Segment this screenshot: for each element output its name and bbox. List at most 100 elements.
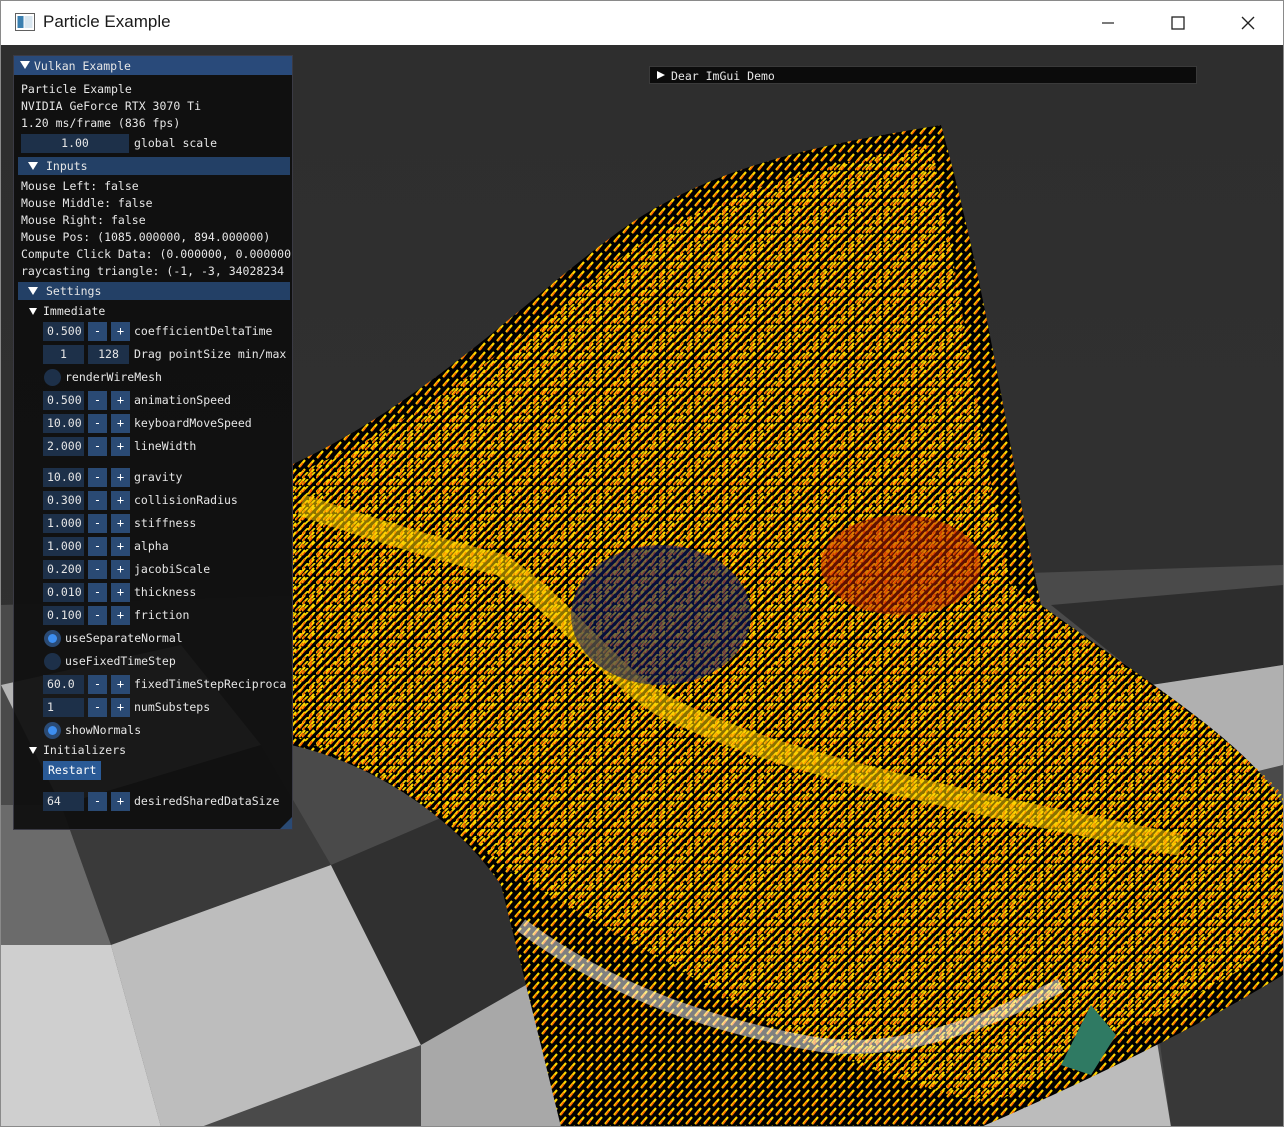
stiffness-minus[interactable]: - [88, 514, 107, 533]
fixed-time-step-reciprocal-minus[interactable]: - [88, 675, 107, 694]
keyboard-move-speed-minus[interactable]: - [88, 414, 107, 433]
input-mouse-left: Mouse Left: false [21, 179, 139, 193]
alpha-input[interactable]: 1.000 [43, 537, 84, 556]
jacobi-scale-minus[interactable]: - [88, 560, 107, 579]
friction-label: friction [134, 608, 190, 622]
keyboard-move-speed-input[interactable]: 10.00( [43, 414, 84, 433]
thickness-input[interactable]: 0.010 [43, 583, 84, 602]
panel-title-bar[interactable]: Vulkan Example [14, 56, 292, 75]
point-size-label: Drag pointSize min/max [134, 347, 287, 361]
alpha-label: alpha [134, 539, 169, 553]
app-icon [15, 13, 35, 31]
alpha-plus[interactable]: + [111, 537, 130, 556]
jacobi-scale-input[interactable]: 0.200 [43, 560, 84, 579]
line-width-input[interactable]: 2.000 [43, 437, 84, 456]
num-substeps-label: numSubsteps [134, 700, 211, 714]
collision-radius-plus[interactable]: + [111, 491, 130, 510]
point-size-max-input[interactable]: 128 [88, 345, 129, 364]
coefficient-delta-time-input[interactable]: 0.500 [43, 322, 84, 341]
animation-speed-input[interactable]: 0.500 [43, 391, 84, 410]
animation-speed-minus[interactable]: - [88, 391, 107, 410]
desired-shared-data-size-label: desiredSharedDataSize [134, 794, 280, 808]
gravity-input[interactable]: 10.00( [43, 468, 84, 487]
immediate-label: Immediate [43, 304, 106, 318]
coefficient-delta-time-plus[interactable]: + [111, 322, 130, 341]
use-separate-normal-checkbox[interactable] [44, 630, 61, 647]
desired-shared-data-size-input[interactable]: 64 [43, 792, 84, 811]
render-wire-mesh-label: renderWireMesh [65, 370, 162, 384]
gravity-label: gravity [134, 470, 183, 484]
line-width-minus[interactable]: - [88, 437, 107, 456]
render-viewport[interactable]: Vulkan Example Particle Example NVIDIA G… [1, 45, 1283, 1126]
thickness-minus[interactable]: - [88, 583, 107, 602]
imgui-demo-window[interactable]: Dear ImGui Demo [649, 66, 1197, 84]
input-mouse-pos: Mouse Pos: (1085.000000, 894.000000) [21, 230, 271, 244]
global-scale-input[interactable]: 1.00 [21, 134, 129, 153]
collision-radius-label: collisionRadius [134, 493, 238, 507]
inputs-header[interactable]: Inputs [18, 157, 290, 175]
show-normals-label: showNormals [65, 723, 142, 737]
friction-plus[interactable]: + [111, 606, 130, 625]
inputs-expand-icon [28, 162, 38, 170]
vulkan-example-panel[interactable]: Vulkan Example Particle Example NVIDIA G… [13, 55, 293, 830]
resize-grip-icon[interactable] [280, 817, 292, 829]
num-substeps-plus[interactable]: + [111, 698, 130, 717]
settings-expand-icon [28, 287, 38, 295]
thickness-label: thickness [134, 585, 197, 599]
desired-shared-data-size-minus[interactable]: - [88, 792, 107, 811]
thickness-plus[interactable]: + [111, 583, 130, 602]
initializers-expand-icon [29, 747, 37, 754]
animation-speed-label: animationSpeed [134, 393, 231, 407]
use-fixed-time-step-checkbox[interactable] [44, 653, 61, 670]
coefficient-delta-time-minus[interactable]: - [88, 322, 107, 341]
coefficient-delta-time-label: coefficientDeltaTime [134, 324, 273, 338]
minimize-icon [1102, 22, 1114, 24]
fixed-time-step-reciprocal-plus[interactable]: + [111, 675, 130, 694]
input-mouse-middle: Mouse Middle: false [21, 196, 153, 210]
panel-title: Vulkan Example [34, 59, 131, 73]
collision-radius-input[interactable]: 0.300 [43, 491, 84, 510]
minimize-button[interactable] [1073, 1, 1143, 45]
render-wire-mesh-checkbox[interactable] [44, 369, 61, 386]
frame-time-text: 1.20 ms/frame (836 fps) [21, 116, 181, 130]
jacobi-scale-plus[interactable]: + [111, 560, 130, 579]
close-icon [1241, 16, 1255, 30]
settings-header[interactable]: Settings [18, 282, 290, 300]
restart-button[interactable]: Restart [43, 761, 102, 780]
app-window: Particle Example Vulkan Example Particle… [0, 0, 1284, 1127]
stiffness-plus[interactable]: + [111, 514, 130, 533]
collapse-triangle-icon[interactable] [20, 61, 30, 69]
maximize-icon [1171, 16, 1185, 30]
demo-window-title: Dear ImGui Demo [671, 69, 775, 83]
collision-radius-minus[interactable]: - [88, 491, 107, 510]
friction-minus[interactable]: - [88, 606, 107, 625]
immediate-expand-icon [29, 308, 37, 315]
fixed-time-step-reciprocal-label: fixedTimeStepReciproca [134, 677, 287, 691]
input-mouse-right: Mouse Right: false [21, 213, 146, 227]
line-width-label: lineWidth [134, 439, 197, 453]
stiffness-input[interactable]: 1.000 [43, 514, 84, 533]
gravity-minus[interactable]: - [88, 468, 107, 487]
num-substeps-input[interactable]: 1 [43, 698, 84, 717]
close-button[interactable] [1213, 1, 1283, 45]
expand-triangle-icon[interactable] [657, 71, 665, 79]
maximize-button[interactable] [1143, 1, 1213, 45]
line-width-plus[interactable]: + [111, 437, 130, 456]
input-compute-click: Compute Click Data: (0.000000, 0.000000 [21, 247, 292, 261]
keyboard-move-speed-plus[interactable]: + [111, 414, 130, 433]
initializers-label: Initializers [43, 743, 127, 757]
fixed-time-step-reciprocal-input[interactable]: 60.0 [43, 675, 84, 694]
friction-input[interactable]: 0.100 [43, 606, 84, 625]
show-normals-checkbox[interactable] [44, 722, 61, 739]
title-bar[interactable]: Particle Example [1, 1, 1283, 45]
window-title: Particle Example [43, 12, 171, 31]
keyboard-move-speed-label: keyboardMoveSpeed [134, 416, 252, 430]
gravity-plus[interactable]: + [111, 468, 130, 487]
num-substeps-minus[interactable]: - [88, 698, 107, 717]
animation-speed-plus[interactable]: + [111, 391, 130, 410]
point-size-min-input[interactable]: 1 [43, 345, 84, 364]
desired-shared-data-size-plus[interactable]: + [111, 792, 130, 811]
global-scale-label: global scale [134, 136, 218, 150]
alpha-minus[interactable]: - [88, 537, 107, 556]
gpu-text: NVIDIA GeForce RTX 3070 Ti [21, 99, 202, 113]
